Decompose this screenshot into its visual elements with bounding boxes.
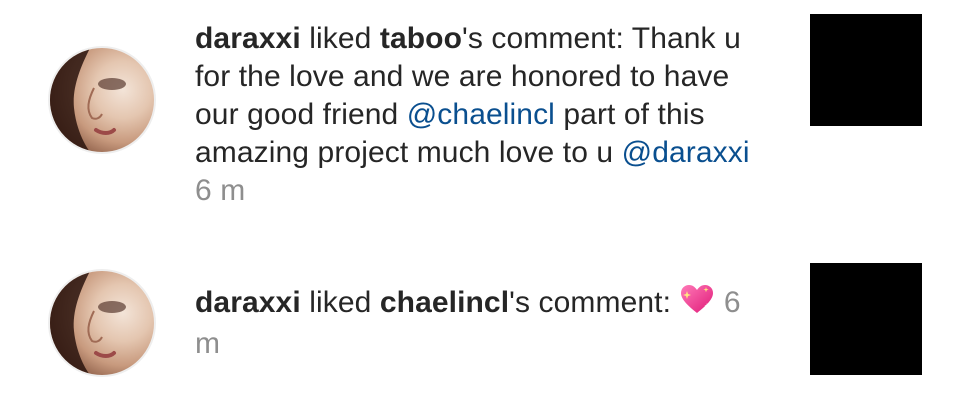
possessive-suffix: 's comment:	[509, 286, 680, 319]
avatar-photo	[50, 48, 126, 152]
notification-text: daraxxi liked taboo's comment: Thank u f…	[195, 20, 770, 210]
avatar-photo	[50, 271, 126, 375]
activity-item-1[interactable]: daraxxi liked taboo's comment: Thank u f…	[0, 0, 960, 220]
actor-username[interactable]: daraxxi	[195, 286, 301, 319]
sparkling-heart-icon	[679, 283, 715, 325]
notification-text: daraxxi liked chaelincl's comment: 6 m	[195, 283, 770, 363]
post-thumbnail[interactable]	[810, 14, 922, 126]
mention-link[interactable]: @daraxxi	[622, 136, 750, 169]
target-username[interactable]: chaelincl	[380, 286, 509, 319]
mention-link[interactable]: @chaelincl	[407, 98, 555, 131]
avatar[interactable]	[48, 269, 156, 377]
possessive-suffix: 's comment:	[462, 22, 632, 55]
post-thumbnail[interactable]	[810, 263, 922, 375]
target-username[interactable]: taboo	[380, 22, 462, 55]
action-text: liked	[309, 286, 372, 319]
action-text: liked	[309, 22, 372, 55]
timestamp: 6 m	[195, 174, 246, 207]
avatar[interactable]	[48, 46, 156, 154]
activity-item-2[interactable]: daraxxi liked chaelincl's comment: 6 m	[0, 220, 960, 400]
actor-username[interactable]: daraxxi	[195, 22, 301, 55]
